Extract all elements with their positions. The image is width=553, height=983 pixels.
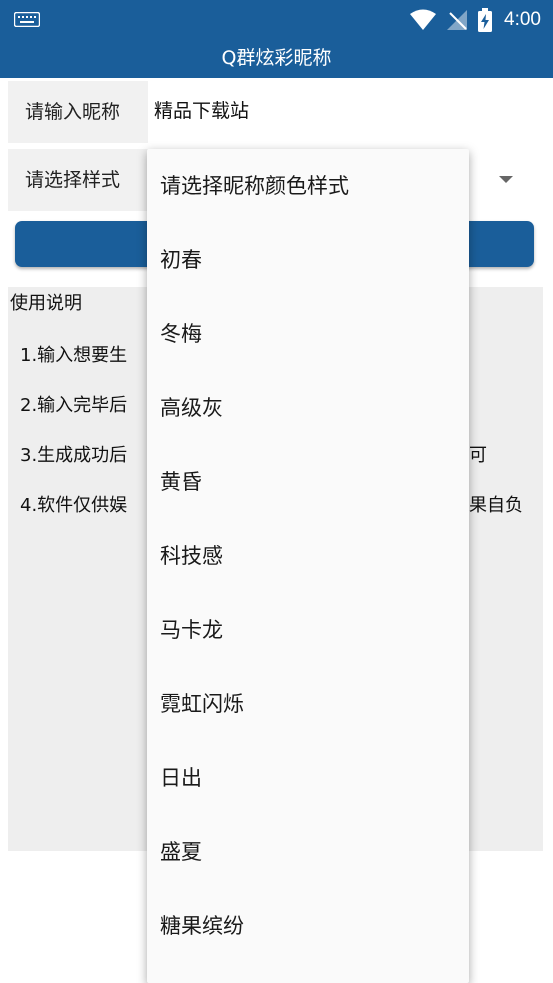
dropdown-option[interactable]: 冬梅 [147,297,469,371]
status-icons: 4:00 [410,6,541,34]
instruction-line-tail: 可 [469,445,487,466]
nickname-input[interactable] [148,81,543,143]
instruction-line: 1.输入想要生 [20,345,128,366]
instruction-line: 3.生成成功后 [20,445,128,466]
keyboard-icon [14,12,40,27]
nickname-label: 请输入昵称 [25,101,121,123]
dropdown-option[interactable]: 霓虹闪烁 [147,667,469,741]
dropdown-option[interactable]: 马卡龙 [147,593,469,667]
dropdown-option[interactable]: 科技感 [147,519,469,593]
clock: 4:00 [504,9,541,30]
dropdown-option[interactable]: 盛夏 [147,815,469,889]
app-title: Q群炫彩昵称 [221,47,332,69]
style-label: 请选择样式 [25,169,121,191]
instructions-title: 使用说明 [10,293,82,314]
app-title-bar: Q群炫彩昵称 [0,40,553,78]
instruction-line: 2.输入完毕后 [20,395,128,416]
no-signal-icon [447,10,468,30]
battery-charging-icon [478,8,493,32]
status-bar: 4:00 [0,0,553,40]
dropdown-option[interactable]: 初春 [147,223,469,297]
nickname-row: 请输入昵称 [8,81,543,143]
dropdown-option[interactable]: 糖果缤纷 [147,889,469,963]
dropdown-option[interactable]: 高级灰 [147,371,469,445]
dropdown-option[interactable]: 黄昏 [147,445,469,519]
wifi-icon [410,9,437,30]
style-dropdown-menu: 请选择昵称颜色样式 初春 冬梅 高级灰 黄昏 科技感 马卡龙 霓虹闪烁 日出 盛… [147,149,469,983]
instruction-line-tail: 果自负 [469,495,523,516]
dropdown-option[interactable]: 请选择昵称颜色样式 [147,149,469,223]
dropdown-caret-icon [499,176,513,183]
dropdown-option[interactable]: 日出 [147,741,469,815]
instruction-line: 4.软件仅供娱 [20,495,128,516]
